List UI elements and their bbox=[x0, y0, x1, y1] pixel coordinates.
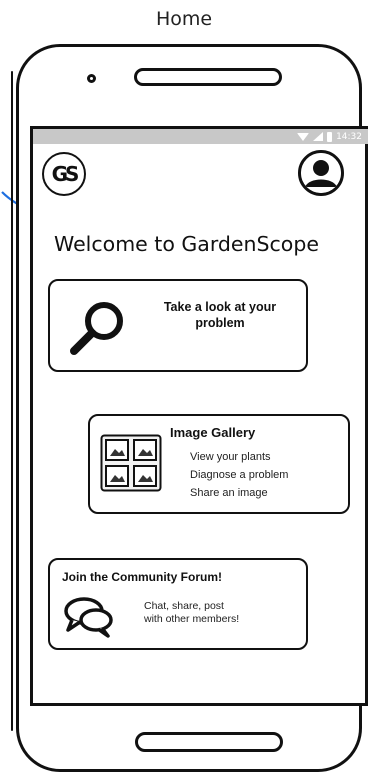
welcome-heading: Welcome to GardenScope bbox=[54, 232, 319, 256]
search-icon bbox=[70, 302, 123, 355]
home-button[interactable] bbox=[135, 732, 283, 752]
gallery-option-view[interactable]: View your plants bbox=[190, 448, 288, 466]
community-forum-card[interactable]: Join the Community Forum! Chat, share, p… bbox=[48, 558, 308, 650]
status-bar: 14:32 bbox=[33, 129, 368, 144]
user-profile-icon[interactable] bbox=[298, 150, 344, 196]
wifi-icon bbox=[297, 132, 310, 141]
image-gallery-card[interactable]: Image Gallery View your plants Diagnose … bbox=[88, 414, 350, 514]
problem-card[interactable]: Take a look at your problem bbox=[48, 279, 308, 372]
image-gallery-icon bbox=[100, 434, 162, 492]
camera-icon bbox=[87, 74, 96, 83]
app-logo[interactable]: GS bbox=[42, 152, 86, 196]
image-gallery-options: View your plants Diagnose a problem Shar… bbox=[190, 448, 288, 502]
signal-icon bbox=[313, 132, 324, 141]
problem-card-title: Take a look at your problem bbox=[163, 300, 277, 330]
chat-bubbles-icon bbox=[64, 597, 113, 638]
forum-card-title: Join the Community Forum! bbox=[62, 570, 222, 584]
image-gallery-title: Image Gallery bbox=[170, 425, 256, 440]
battery-icon bbox=[327, 131, 333, 142]
page-label: Home bbox=[155, 8, 213, 30]
gallery-option-share[interactable]: Share an image bbox=[190, 484, 288, 502]
gallery-option-diagnose[interactable]: Diagnose a problem bbox=[190, 466, 288, 484]
speaker-grille bbox=[134, 68, 282, 86]
status-time: 14:32 bbox=[336, 131, 362, 142]
forum-card-description: Chat, share, post with other members! bbox=[144, 600, 240, 625]
